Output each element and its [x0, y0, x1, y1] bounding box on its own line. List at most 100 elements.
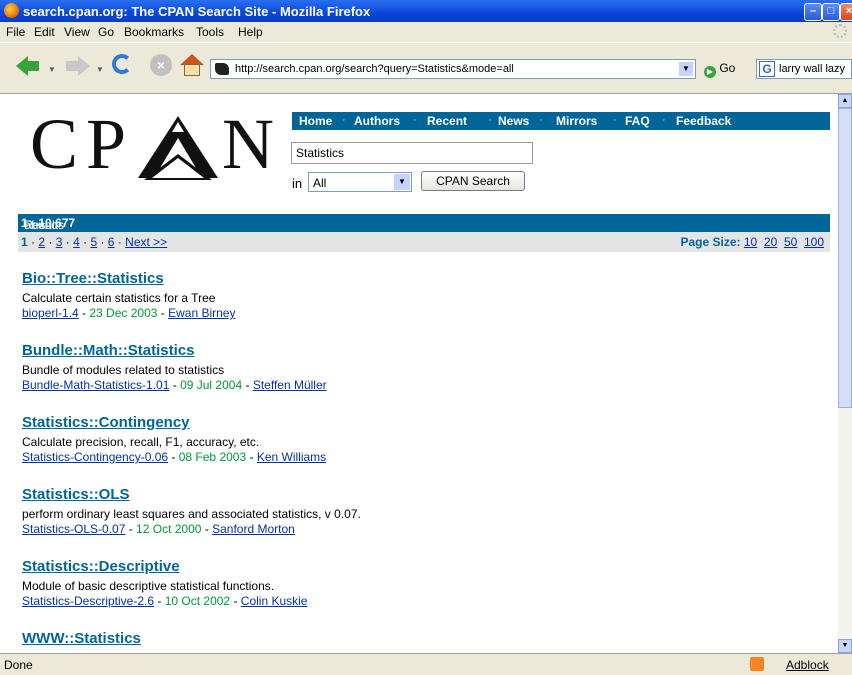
result-description: perform ordinary least squares and assoc…: [22, 507, 361, 521]
throbber-icon: [833, 24, 847, 38]
home-button[interactable]: [178, 52, 206, 80]
nav-recent[interactable]: Recent: [427, 114, 467, 128]
result-title-link[interactable]: Statistics::OLS: [22, 486, 822, 503]
minimize-button[interactable]: –: [804, 3, 822, 21]
result-title-link[interactable]: Bundle::Math::Statistics: [22, 342, 822, 359]
site-nav: Home · Authors · Recent · News · Mirrors…: [292, 112, 830, 130]
cpan-search-button[interactable]: CPAN Search: [421, 171, 525, 191]
search-mode-select[interactable]: All ▼: [308, 172, 412, 192]
nav-feedback[interactable]: Feedback: [676, 114, 731, 128]
result-meta: Statistics-Contingency-0.06 - 08 Feb 200…: [22, 450, 327, 464]
result-author-link[interactable]: Colin Kuskie: [241, 594, 308, 608]
url-dropdown-icon[interactable]: ▼: [678, 61, 694, 77]
result-dist-link[interactable]: Statistics-OLS-0.07: [22, 522, 125, 536]
page-size-option[interactable]: 20: [764, 235, 777, 249]
page-link[interactable]: 3: [56, 235, 63, 249]
result-description: Bundle of modules related to statistics: [22, 363, 225, 377]
back-button[interactable]: [14, 52, 42, 80]
page-size-option[interactable]: 50: [784, 235, 797, 249]
scroll-up-icon[interactable]: ▲: [838, 94, 852, 108]
go-arrow-icon: ▶: [704, 66, 716, 78]
back-dropdown-icon[interactable]: ▼: [48, 65, 56, 74]
nav-home[interactable]: Home: [299, 114, 332, 128]
stop-button[interactable]: ×: [148, 52, 176, 80]
result-meta: Statistics-OLS-0.07 - 12 Oct 2000 - Sanf…: [22, 522, 295, 536]
result-description: Calculate certain statistics for a Tree: [22, 291, 216, 305]
result-dist-link[interactable]: Statistics-Contingency-0.06: [22, 450, 168, 464]
maximize-button[interactable]: □: [822, 3, 840, 21]
result-date: 12 Oct 2000: [136, 522, 202, 536]
result-title-link[interactable]: WWW::Statistics: [22, 630, 822, 647]
result-item: Statistics::Contingency Calculate precis…: [22, 414, 822, 486]
adblock-button[interactable]: Adblock: [786, 658, 829, 672]
result-dist-link[interactable]: Statistics-Descriptive-2.6: [22, 594, 154, 608]
menu-view[interactable]: View: [64, 25, 90, 39]
navigation-toolbar: ▼ ▼ × http://search.cpan.org/search?quer…: [0, 42, 852, 94]
url-bar[interactable]: http://search.cpan.org/search?query=Stat…: [210, 59, 696, 79]
nav-authors[interactable]: Authors: [354, 114, 400, 128]
nav-faq[interactable]: FAQ: [625, 114, 650, 128]
result-dist-link[interactable]: Bundle-Math-Statistics-1.01: [22, 378, 169, 392]
rss-feed-icon[interactable]: [750, 657, 764, 671]
result-title-link[interactable]: Bio::Tree::Statistics: [22, 270, 822, 287]
result-date: 09 Jul 2004: [180, 378, 243, 392]
search-bar-text[interactable]: larry wall lazy: [779, 63, 845, 75]
vertical-scrollbar[interactable]: ▲ ▼: [838, 94, 852, 653]
result-meta: Bundle-Math-Statistics-1.01 - 09 Jul 200…: [22, 378, 327, 392]
menu-tools[interactable]: Tools: [196, 25, 224, 39]
search-query-input[interactable]: Statistics: [291, 142, 533, 164]
status-text: Done: [4, 658, 33, 672]
result-author-link[interactable]: Ken Williams: [257, 450, 326, 464]
reload-button[interactable]: [110, 52, 138, 80]
menu-help[interactable]: Help: [238, 25, 263, 39]
title-bar: search.cpan.org: The CPAN Search Site - …: [0, 0, 852, 22]
page-size-label: Page Size:: [680, 235, 741, 249]
result-date: 08 Feb 2003: [178, 450, 247, 464]
nav-news[interactable]: News: [498, 114, 529, 128]
result-author-link[interactable]: Steffen Müller: [253, 378, 327, 392]
go-button[interactable]: ▶ Go: [704, 61, 735, 78]
menu-file[interactable]: File: [6, 25, 25, 39]
result-title-link[interactable]: Statistics::Contingency: [22, 414, 822, 431]
search-results: Bio::Tree::Statistics Calculate certain …: [22, 270, 822, 653]
nav-mirrors[interactable]: Mirrors: [556, 114, 597, 128]
reload-icon: [112, 54, 132, 74]
result-title-link[interactable]: Statistics::Descriptive: [22, 558, 822, 575]
current-page: 1: [21, 235, 28, 249]
result-item: WWW::Statistics: [22, 630, 822, 653]
page-size-option[interactable]: 100: [804, 235, 824, 249]
scroll-thumb[interactable]: [838, 108, 852, 408]
menu-edit[interactable]: Edit: [34, 25, 55, 39]
forward-dropdown-icon[interactable]: ▼: [96, 65, 104, 74]
page-size: Page Size: 10 20 50 100: [681, 235, 825, 249]
result-meta: bioperl-1.4 - 23 Dec 2003 - Ewan Birney: [22, 306, 236, 320]
stop-icon: ×: [150, 54, 172, 76]
close-button[interactable]: ×: [840, 3, 852, 21]
firefox-icon: [4, 3, 19, 18]
page-size-option[interactable]: 10: [744, 235, 757, 249]
page-link[interactable]: 2: [38, 235, 45, 249]
next-page-link[interactable]: Next >>: [125, 235, 167, 249]
forward-button[interactable]: [64, 52, 92, 80]
browser-window: search.cpan.org: The CPAN Search Site - …: [0, 0, 852, 675]
search-bar[interactable]: G larry wall lazy: [756, 59, 852, 79]
result-dist-link[interactable]: bioperl-1.4: [22, 306, 79, 320]
result-author-link[interactable]: Ewan Birney: [168, 306, 235, 320]
chevron-down-icon[interactable]: ▼: [394, 174, 410, 190]
menu-go[interactable]: Go: [98, 25, 114, 39]
result-item: Statistics::Descriptive Module of basic …: [22, 558, 822, 630]
result-item: Statistics::OLS perform ordinary least s…: [22, 486, 822, 558]
page-link[interactable]: 5: [90, 235, 97, 249]
cpan-logo[interactable]: C P N: [30, 104, 290, 184]
page-link[interactable]: 6: [108, 235, 115, 249]
site-favicon-icon: [215, 63, 229, 75]
result-author-link[interactable]: Sanford Morton: [212, 522, 295, 536]
result-description: Calculate precision, recall, F1, accurac…: [22, 435, 260, 449]
menu-bookmarks[interactable]: Bookmarks: [124, 25, 184, 39]
status-bar: Done Adblock: [0, 653, 852, 675]
scroll-down-icon[interactable]: ▼: [838, 639, 852, 653]
page-link[interactable]: 4: [73, 235, 80, 249]
google-icon[interactable]: G: [759, 61, 775, 77]
url-text[interactable]: http://search.cpan.org/search?query=Stat…: [235, 63, 514, 75]
menu-bar: File Edit View Go Bookmarks Tools Help: [0, 22, 852, 42]
